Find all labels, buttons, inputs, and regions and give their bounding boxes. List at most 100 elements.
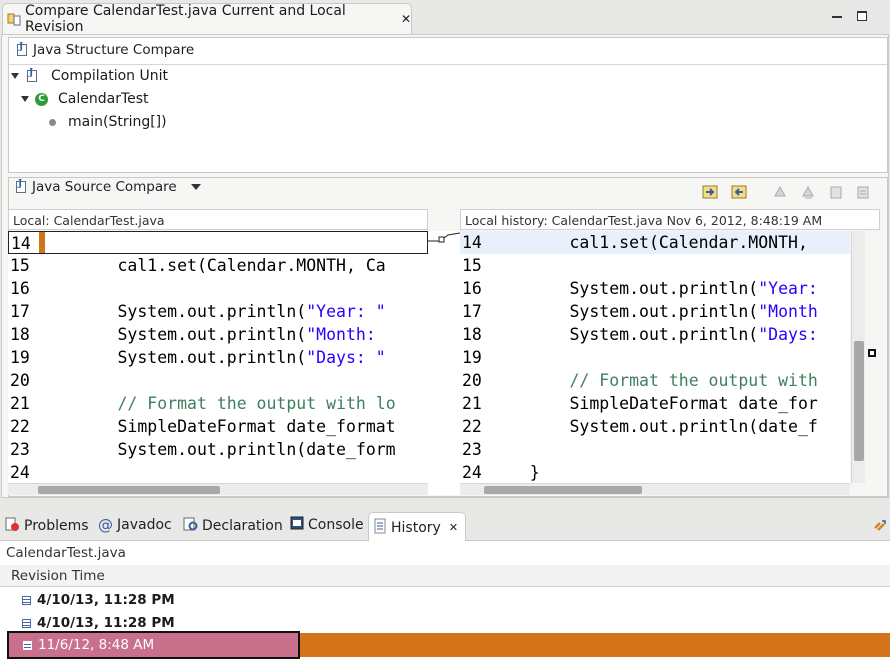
close-icon[interactable]: ✕ xyxy=(449,521,458,534)
scrollbar-thumb[interactable] xyxy=(854,341,864,461)
code-line[interactable]: 19 System.out.println("Days: " xyxy=(8,346,428,369)
code-line[interactable]: 14 xyxy=(8,231,428,254)
next-change-icon[interactable] xyxy=(828,185,845,200)
previous-change-icon[interactable] xyxy=(855,185,872,200)
code-line[interactable]: 20 xyxy=(8,369,428,392)
string-literal: "Year: xyxy=(758,279,818,298)
compare-editor: Java Structure Compare Compilation Unit … xyxy=(1,34,889,498)
code-line[interactable]: 14 cal1.set(Calendar.MONTH, xyxy=(460,231,850,254)
line-number: 15 xyxy=(462,256,482,275)
revision-icon xyxy=(22,618,31,628)
code-text: System.out.println( xyxy=(38,302,307,321)
left-side-header: Local: CalendarTest.java xyxy=(8,209,428,230)
code-line[interactable]: 18 System.out.println("Days: xyxy=(460,323,850,346)
java-file-icon xyxy=(16,179,26,193)
code-comment: // Format the output with xyxy=(569,371,818,390)
tab-declaration[interactable]: Declaration xyxy=(182,516,283,536)
code-text: System.out.println(date_f xyxy=(490,417,818,436)
link-with-editor-icon[interactable] xyxy=(872,518,888,538)
history-view: CalendarTest.java Revision Time 4/10/13,… xyxy=(0,541,890,668)
line-number: 15 xyxy=(10,256,30,275)
dropdown-arrow-icon[interactable] xyxy=(190,184,201,190)
code-text: System.out.println( xyxy=(38,348,307,367)
column-header-revision-time[interactable]: Revision Time xyxy=(0,565,890,587)
selection-highlight-bar xyxy=(300,633,890,657)
right-horizontal-scrollbar[interactable] xyxy=(460,483,850,495)
code-line[interactable]: 23 System.out.println(date_form xyxy=(8,438,428,461)
left-code-editor[interactable]: 14 15 cal1.set(Calendar.MONTH, Ca 16 17 Sys… xyxy=(8,231,428,483)
code-line[interactable]: 20 // Format the output with xyxy=(460,369,850,392)
left-horizontal-scrollbar[interactable] xyxy=(8,483,428,495)
tree-item-compilation-unit[interactable]: Compilation Unit xyxy=(11,68,168,84)
tab-problems[interactable]: Problems xyxy=(4,516,89,536)
change-marker xyxy=(39,232,45,253)
code-text: } xyxy=(490,463,540,482)
maximize-button[interactable] xyxy=(857,11,867,21)
java-file-icon xyxy=(17,42,27,56)
code-line[interactable]: 17 System.out.println("Month xyxy=(460,300,850,323)
history-row[interactable]: 4/10/13, 11:28 PM xyxy=(22,592,175,608)
tree-item-method[interactable]: main(String[]) xyxy=(49,114,167,130)
code-line[interactable]: 19 xyxy=(460,346,850,369)
diff-gutter xyxy=(428,231,460,495)
expand-triangle-icon[interactable] xyxy=(21,96,29,102)
string-literal: "Month: xyxy=(306,325,386,344)
code-line[interactable]: 15 xyxy=(460,254,850,277)
scrollbar-thumb[interactable] xyxy=(38,486,220,494)
code-text: SimpleDateFormat date_format xyxy=(38,417,396,436)
history-file-name: CalendarTest.java xyxy=(6,545,126,561)
at-icon: @ xyxy=(98,516,113,534)
code-line[interactable]: 23 xyxy=(460,438,850,461)
overview-marker[interactable] xyxy=(868,349,876,357)
line-number: 22 xyxy=(10,417,30,436)
code-line[interactable]: 21 // Format the output with lo xyxy=(8,392,428,415)
class-icon: C xyxy=(35,92,48,106)
minimize-button[interactable] xyxy=(832,16,842,18)
code-line[interactable]: 24 } xyxy=(460,461,850,483)
revision-icon xyxy=(22,595,31,605)
vertical-scrollbar[interactable] xyxy=(851,231,865,483)
next-difference-icon[interactable] xyxy=(772,185,789,200)
string-literal: "Days: " xyxy=(306,348,386,367)
code-text: System.out.println(date_form xyxy=(38,440,396,459)
copy-left-to-right-icon[interactable] xyxy=(702,185,719,200)
right-code-editor[interactable]: 14 cal1.set(Calendar.MONTH, 15 16 System.… xyxy=(460,231,850,483)
code-line[interactable]: 22 System.out.println(date_f xyxy=(460,415,850,438)
code-line[interactable]: 22 SimpleDateFormat date_format xyxy=(8,415,428,438)
previous-difference-icon[interactable] xyxy=(800,185,817,200)
line-number: 23 xyxy=(462,440,482,459)
editor-tab-compare[interactable]: Compare CalendarTest.java Current and Lo… xyxy=(2,3,412,35)
line-number: 24 xyxy=(462,463,482,482)
line-number: 22 xyxy=(462,417,482,436)
editor-tab-bar: Compare CalendarTest.java Current and Lo… xyxy=(0,0,890,35)
code-text: cal1.set(Calendar.MONTH, xyxy=(490,233,818,252)
editor-tab-title: Compare CalendarTest.java Current and Lo… xyxy=(25,3,346,35)
code-line[interactable]: 17 System.out.println("Year: " xyxy=(8,300,428,323)
line-number: 14 xyxy=(462,233,482,252)
scrollbar-thumb[interactable] xyxy=(484,486,642,494)
copy-right-to-left-icon[interactable] xyxy=(730,185,747,200)
code-text: System.out.println( xyxy=(490,325,759,344)
code-line[interactable]: 16 System.out.println("Year: xyxy=(460,277,850,300)
line-number: 16 xyxy=(462,279,482,298)
code-line[interactable]: 16 xyxy=(8,277,428,300)
code-line[interactable]: 21 SimpleDateFormat date_for xyxy=(460,392,850,415)
history-row-selected[interactable]: 11/6/12, 8:48 AM xyxy=(7,631,300,659)
string-literal: "Days: xyxy=(758,325,818,344)
structure-compare-pane: Java Structure Compare Compilation Unit … xyxy=(8,37,888,173)
line-number: 16 xyxy=(10,279,30,298)
tab-console[interactable]: Console xyxy=(290,516,364,534)
code-line[interactable]: 18 System.out.println("Month: xyxy=(8,323,428,346)
history-row[interactable]: 4/10/13, 11:28 PM xyxy=(22,615,175,631)
tab-javadoc[interactable]: @ Javadoc xyxy=(98,516,172,534)
code-line[interactable]: 15 cal1.set(Calendar.MONTH, Ca xyxy=(8,254,428,277)
tab-history[interactable]: History ✕ xyxy=(368,512,466,542)
tree-item-class[interactable]: C CalendarTest xyxy=(21,91,149,107)
expand-triangle-icon[interactable] xyxy=(11,73,19,79)
structure-compare-title: Java Structure Compare xyxy=(17,42,194,58)
code-text: System.out.println( xyxy=(490,279,759,298)
close-icon[interactable]: ✕ xyxy=(401,12,411,26)
code-line[interactable]: 24 xyxy=(8,461,428,483)
